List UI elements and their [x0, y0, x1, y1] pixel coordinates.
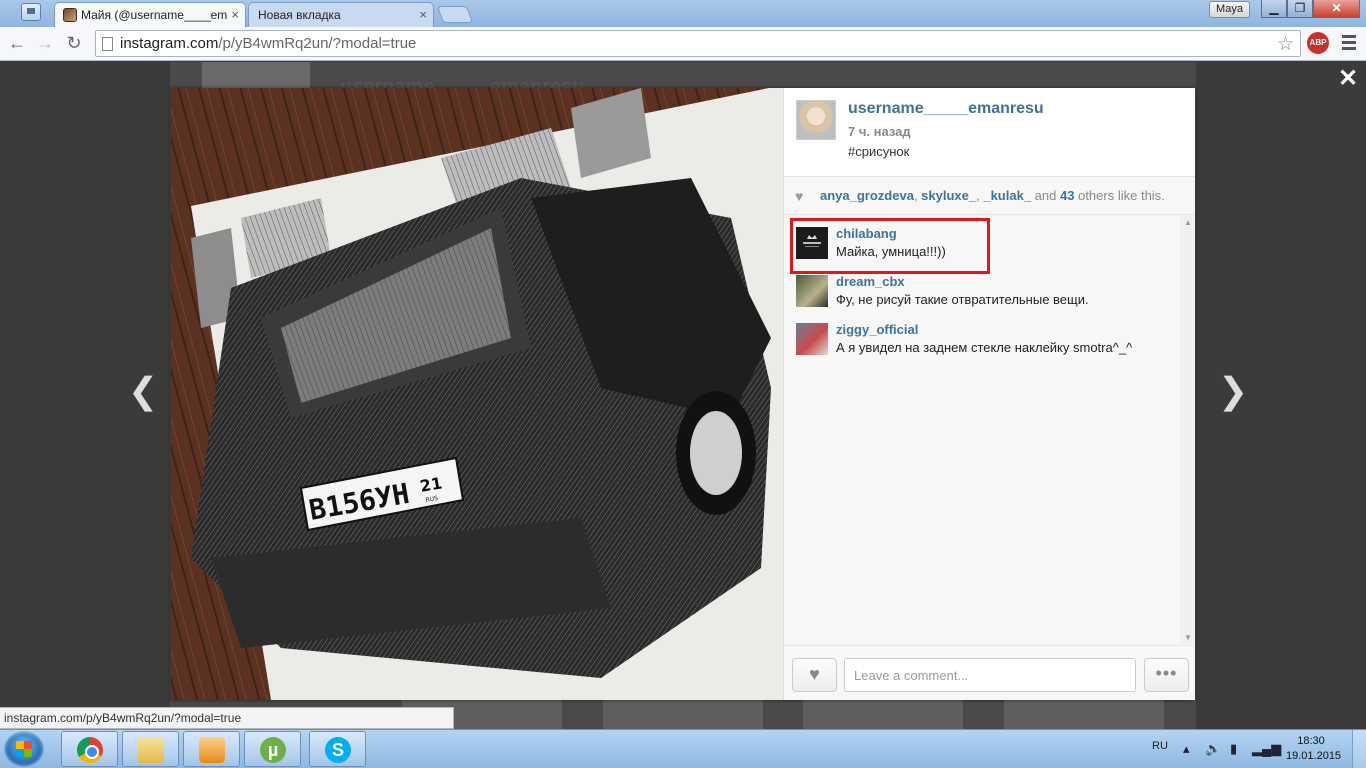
car-drawing-image: В156УН 21 RUS: [171, 88, 783, 700]
url-text[interactable]: instagram.com/p/yB4wmRq2un/?modal=true: [120, 35, 416, 52]
title-bar: Майя (@username____em × Новая вкладка × …: [0, 0, 1366, 27]
profile-button[interactable]: Maya: [1209, 1, 1250, 18]
taskbar-skype-button[interactable]: S: [309, 731, 366, 767]
media-icon: [199, 737, 225, 763]
like-button[interactable]: ♥: [792, 658, 837, 692]
taskbar-utorrent-button[interactable]: µ: [244, 731, 301, 767]
likes-count[interactable]: 43: [1060, 188, 1074, 203]
post-modal: В156УН 21 RUS username_____emanresu 7 ч.…: [171, 88, 1195, 700]
tab-title: Майя (@username____em: [81, 8, 228, 22]
background-avatar: [202, 62, 310, 88]
maximize-button[interactable]: ❐: [1287, 0, 1313, 18]
comment-username[interactable]: dream_cbx: [836, 274, 905, 289]
commenter-avatar[interactable]: [796, 323, 828, 355]
volume-icon[interactable]: 🔈: [1205, 741, 1221, 757]
comments-scrollbar[interactable]: ▲ ▼: [1180, 216, 1195, 644]
post-header: username_____emanresu 7 ч. назад #срисун…: [784, 88, 1195, 177]
taskbar-media-button[interactable]: [183, 731, 240, 767]
explorer-icon: [138, 737, 164, 763]
close-tab-icon[interactable]: ×: [231, 7, 239, 22]
crown-icon: [803, 235, 821, 247]
comment-text: А я увидел на заднем стекле наклейку smo…: [836, 340, 1133, 355]
back-icon[interactable]: ←: [6, 33, 28, 55]
liker-link[interactable]: skyluxe_: [921, 188, 976, 203]
post-photo: В156УН 21 RUS: [171, 88, 783, 700]
clock-time: 18:30: [1297, 735, 1325, 747]
likes-text: anya_grozdeva, skyluxe_, _kulak_ and 43 …: [820, 188, 1165, 203]
window-icon[interactable]: [21, 3, 41, 21]
background-thumbnail: [1004, 699, 1164, 729]
close-modal-icon[interactable]: ✕: [1338, 64, 1358, 93]
commenter-avatar[interactable]: [796, 227, 828, 259]
plate-region: 21: [418, 473, 443, 496]
reload-icon[interactable]: ↻: [63, 33, 85, 55]
tab-instagram[interactable]: Майя (@username____em ×: [54, 2, 246, 27]
status-url-bubble: instagram.com/p/yB4wmRq2un/?modal=true: [0, 707, 454, 729]
page-icon: [102, 37, 113, 51]
tab-new-tab[interactable]: Новая вкладка ×: [248, 2, 434, 27]
likes-and: and: [1034, 188, 1057, 203]
taskbar: µ S RU ▴ 🔈 ▮ ▂▄▆ 18:30 19.01.2015: [0, 729, 1366, 768]
adblock-plus-icon[interactable]: ABP: [1307, 32, 1329, 54]
scroll-up-icon[interactable]: ▲: [1184, 218, 1192, 227]
next-arrow-icon[interactable]: ❯: [1218, 370, 1248, 412]
background-thumbnail: [603, 699, 763, 729]
page-viewport: username_____emanresu ✕ ❮ ❯ В156УН 21 RU…: [0, 62, 1366, 729]
star-icon[interactable]: ☆: [1277, 33, 1294, 56]
new-tab-button[interactable]: [436, 6, 474, 23]
instagram-favicon-icon: [63, 8, 77, 22]
close-tab-icon[interactable]: ×: [419, 7, 427, 22]
owner-username[interactable]: username_____emanresu: [848, 100, 1044, 118]
post-timestamp[interactable]: 7 ч. назад: [848, 124, 911, 139]
prev-arrow-icon[interactable]: ❮: [128, 370, 158, 412]
minimize-button[interactable]: ▁: [1261, 0, 1287, 18]
owner-avatar[interactable]: [796, 100, 836, 140]
likes-summary: ♥ anya_grozdeva, skyluxe_, _kulak_ and 4…: [784, 178, 1195, 215]
tray-expand-icon[interactable]: ▴: [1183, 741, 1190, 757]
comment-text: Майка, умница!!!)): [836, 244, 946, 259]
close-window-button[interactable]: ✕: [1313, 0, 1360, 18]
forward-icon[interactable]: →: [34, 33, 56, 55]
clock[interactable]: 18:30 19.01.2015: [1286, 734, 1342, 764]
comment-text: Фу, не рисуй такие отвратительные вещи.: [836, 292, 1089, 307]
scroll-down-icon[interactable]: ▼: [1184, 633, 1192, 642]
utorrent-icon: µ: [260, 737, 286, 763]
post-sidebar: username_____emanresu 7 ч. назад #срисун…: [783, 88, 1195, 700]
background-thumbnail: [803, 699, 963, 729]
menu-icon[interactable]: [1339, 33, 1359, 53]
language-indicator[interactable]: RU: [1152, 740, 1168, 752]
comment-bar: ♥ •••: [784, 645, 1195, 700]
taskbar-chrome-button[interactable]: [61, 731, 118, 767]
heart-icon: ♥: [809, 664, 820, 684]
comment-username[interactable]: ziggy_official: [836, 322, 918, 337]
address-bar[interactable]: instagram.com/p/yB4wmRq2un/?modal=true ☆: [95, 30, 1301, 57]
comment-item: dream_cbx Фу, не рисуй такие отвратитель…: [796, 272, 1176, 312]
more-options-button[interactable]: •••: [1144, 658, 1189, 692]
clock-date: 19.01.2015: [1286, 750, 1342, 762]
comment-item: chilabang Майка, умница!!!)): [790, 218, 1176, 274]
network-icon[interactable]: ▂▄▆: [1252, 741, 1281, 757]
skype-icon: S: [325, 737, 351, 763]
post-caption[interactable]: #срисунок: [848, 144, 909, 159]
liker-link[interactable]: _kulak_: [983, 188, 1031, 203]
chrome-icon: [77, 737, 103, 763]
url-path: /p/yB4wmRq2un/?modal=true: [218, 35, 417, 52]
likes-suffix: others like this.: [1078, 188, 1165, 203]
start-icon[interactable]: [4, 731, 44, 767]
tab-title: Новая вкладка: [258, 8, 341, 22]
battery-icon[interactable]: ▮: [1230, 741, 1237, 757]
comment-username[interactable]: chilabang: [836, 226, 897, 241]
heart-icon: ♥: [795, 188, 804, 204]
comment-input[interactable]: [844, 658, 1136, 692]
taskbar-explorer-button[interactable]: [122, 731, 179, 767]
commenter-avatar[interactable]: [796, 275, 828, 307]
comment-item: ziggy_official А я увидел на заднем стек…: [796, 320, 1176, 360]
liker-link[interactable]: anya_grozdeva: [820, 188, 914, 203]
url-host: instagram.com: [120, 35, 219, 52]
show-desktop-button[interactable]: [1352, 730, 1366, 768]
comments-list: chilabang Майка, умница!!!)) dream_cbx Ф…: [784, 216, 1182, 644]
browser-toolbar: ← → ↻ instagram.com/p/yB4wmRq2un/?modal=…: [0, 27, 1366, 61]
